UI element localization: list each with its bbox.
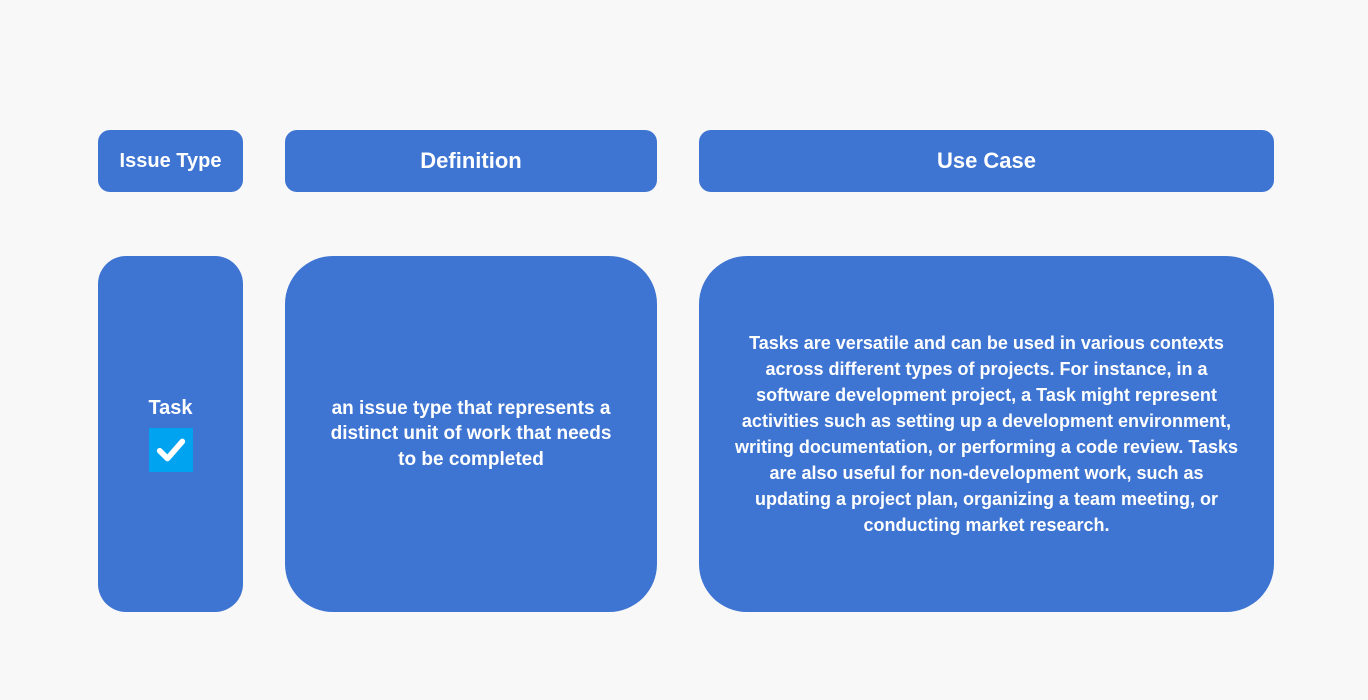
content-row: Task an issue type that represents a dis…: [98, 256, 1274, 612]
header-issue-type: Issue Type: [98, 130, 243, 192]
definition-card: an issue type that represents a distinct…: [285, 256, 657, 612]
checkmark-icon: [149, 428, 193, 472]
header-definition: Definition: [285, 130, 657, 192]
header-row: Issue Type Definition Use Case: [98, 130, 1274, 192]
header-use-case: Use Case: [699, 130, 1274, 192]
issue-type-card: Task: [98, 256, 243, 612]
diagram-container: Issue Type Definition Use Case Task an i…: [98, 130, 1274, 612]
issue-type-name: Task: [148, 397, 192, 420]
use-case-card: Tasks are versatile and can be used in v…: [699, 256, 1274, 612]
